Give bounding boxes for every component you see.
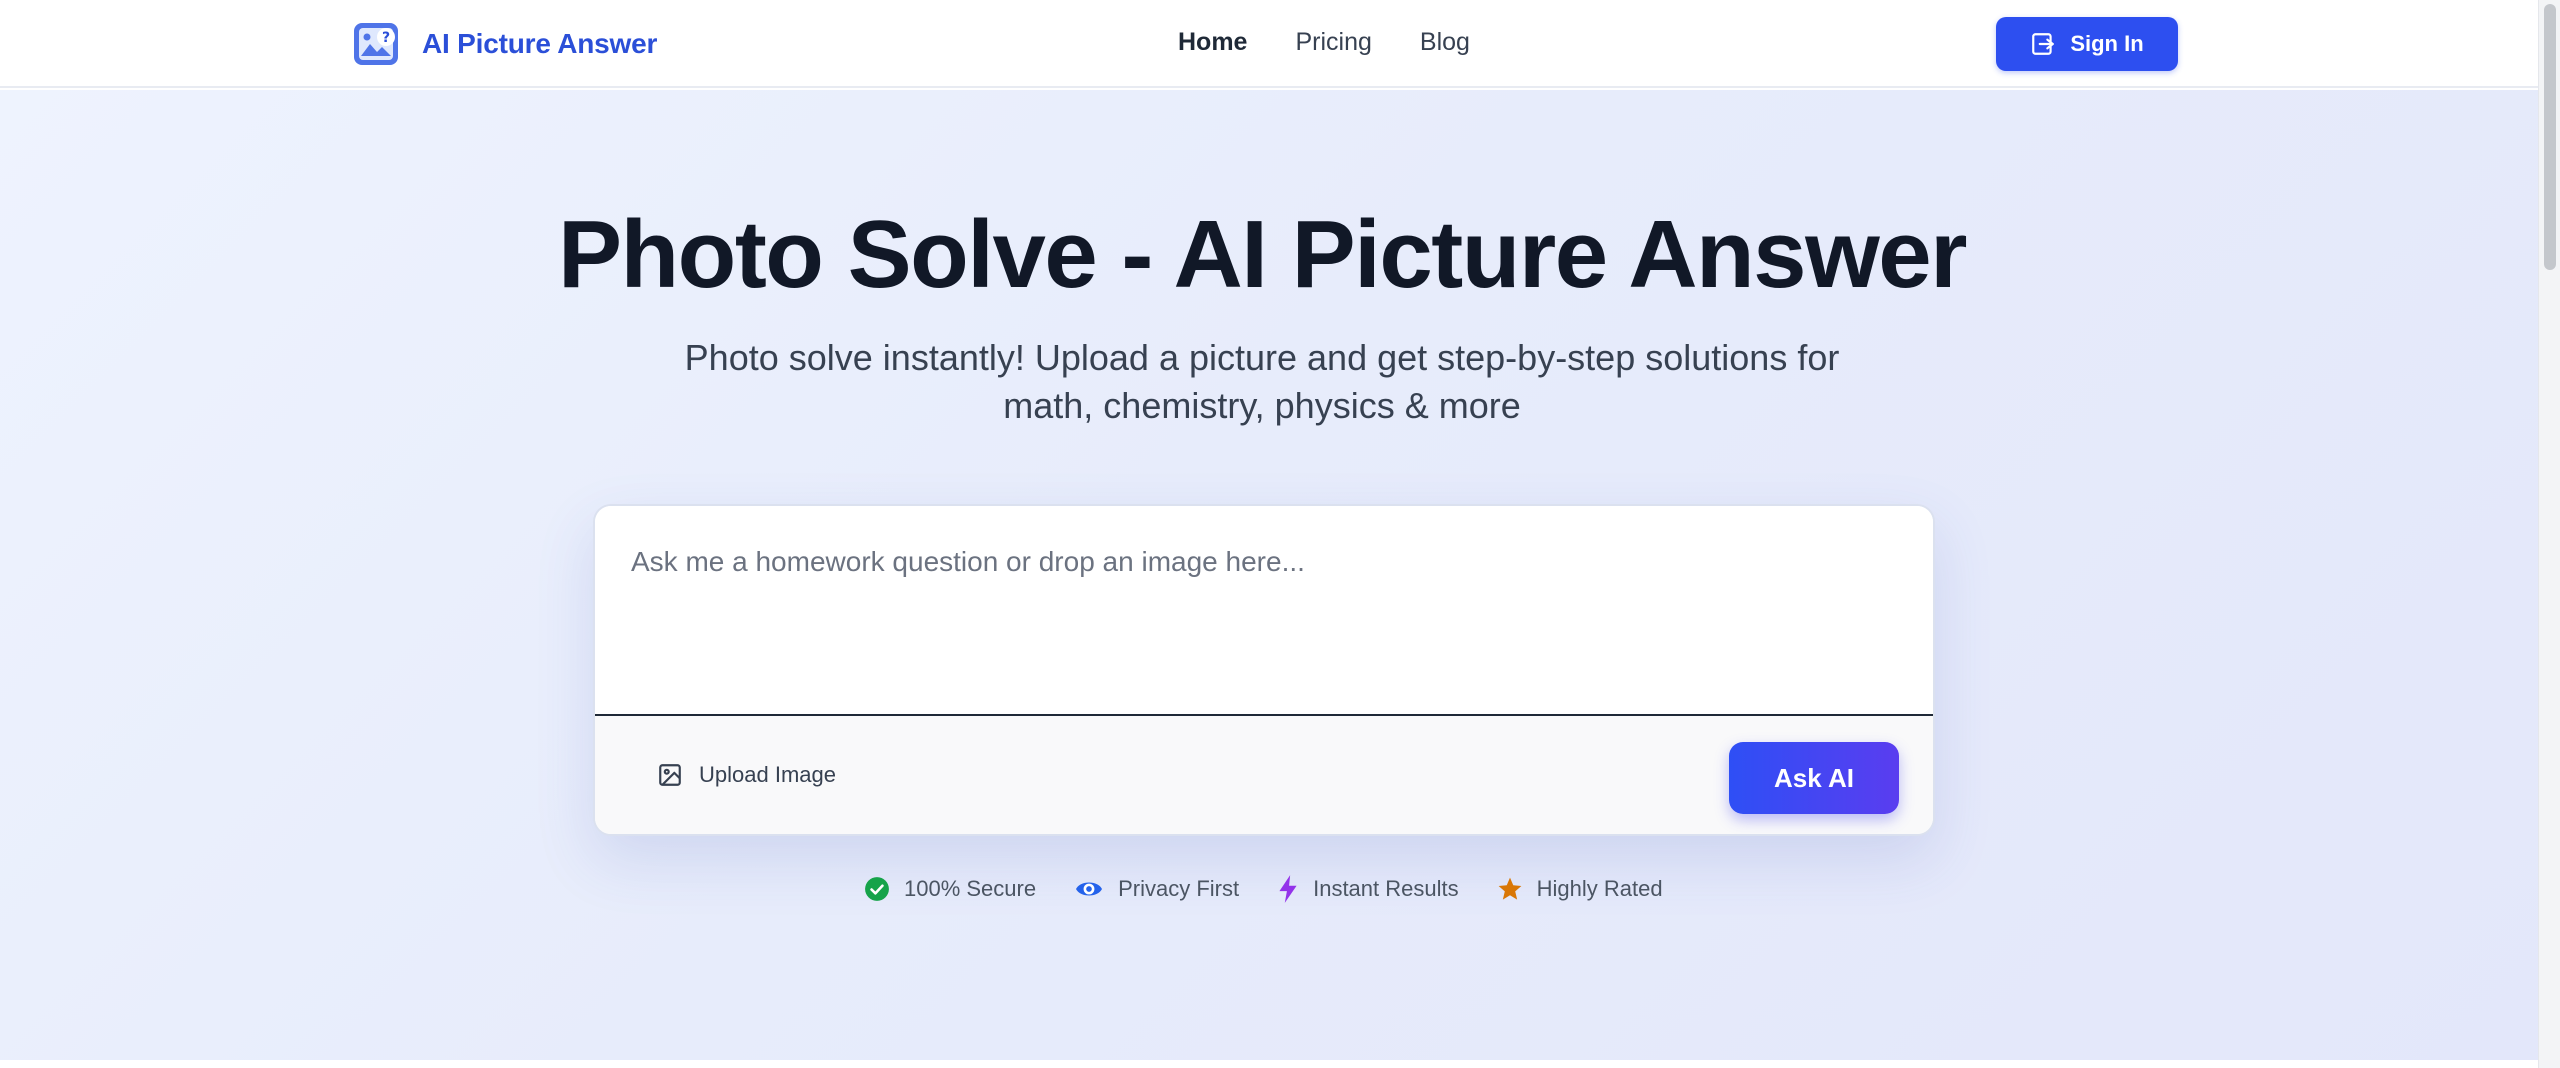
badge-instant: Instant Results [1277,874,1459,904]
main-nav: Home Pricing Blog [1178,28,1518,57]
image-icon [659,764,681,786]
sign-in-button[interactable]: Sign In [1996,17,2178,71]
svg-text:?: ? [382,30,390,46]
upload-image-button[interactable]: Upload Image [657,762,836,788]
badge-privacy: Privacy First [1074,876,1239,902]
eye-icon [1076,882,1103,896]
nav-pricing[interactable]: Pricing [1295,28,1371,57]
top-navbar: ? AI Picture Answer Home Pricing Blog Si… [0,0,2538,88]
site-logo[interactable]: ? AI Picture Answer [352,20,657,68]
page: ? AI Picture Answer Home Pricing Blog Si… [0,0,2560,1068]
nav-home[interactable]: Home [1178,28,1247,57]
ask-ai-button[interactable]: Ask AI [1729,742,1899,814]
page-title: Photo Solve - AI Picture Answer [558,201,1967,308]
trust-badges: 100% Secure Privacy First Instant Result… [864,874,1701,904]
question-input[interactable] [595,506,1933,716]
badge-label: Instant Results [1313,876,1459,901]
page-subtitle: Photo solve instantly! Upload a picture … [684,337,1840,426]
hero-section: Photo Solve - AI Picture Answer Photo so… [0,90,2538,1060]
lightning-icon [1279,875,1297,903]
sign-in-icon [2032,33,2055,55]
logo-text: AI Picture Answer [422,28,658,59]
question-box-footer: Upload Image Ask AI [595,716,1933,834]
question-box: Upload Image Ask AI [593,504,1935,836]
vertical-scrollbar[interactable] [2538,0,2560,1068]
nav-blog[interactable]: Blog [1420,28,1470,57]
badge-label: Privacy First [1118,876,1240,901]
badge-rated: Highly Rated [1497,876,1663,902]
badge-secure: 100% Secure [864,876,1036,902]
star-icon [1498,877,1521,900]
badge-label: 100% Secure [904,876,1037,901]
upload-image-label: Upload Image [699,762,836,787]
badge-label: Highly Rated [1536,876,1663,901]
sign-in-label: Sign In [2070,31,2144,56]
picture-question-icon: ? [354,23,398,65]
scrollbar-thumb[interactable] [2544,4,2556,270]
check-circle-icon [865,877,889,901]
